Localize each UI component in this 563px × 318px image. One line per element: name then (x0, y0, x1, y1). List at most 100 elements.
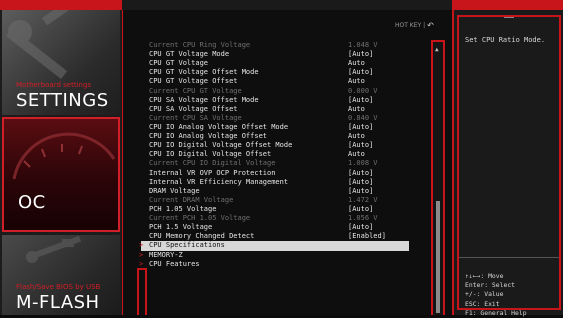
setting-row[interactable]: PCH 1.5 Voltage [Auto] (141, 223, 409, 232)
hotkey-label: HOT KEY (395, 22, 422, 29)
setting-value[interactable]: 1.472 V (348, 196, 378, 205)
setting-label: CPU IO Analog Voltage Offset Mode (149, 122, 289, 131)
setting-value[interactable]: Auto (348, 59, 365, 68)
setting-label: Internal VR OVP OCP Protection (149, 168, 276, 177)
setting-label: CPU Features (149, 259, 200, 268)
key-hint: +/-: Value (465, 290, 504, 299)
setting-row[interactable]: CPU IO Digital Voltage Offset Mode [Auto] (141, 141, 409, 150)
mflash-title: M-FLASH (16, 292, 100, 313)
main-panel: HOT KEY | ↶ Current CPU Ring Voltage 1.04… (122, 10, 453, 315)
nav-mflash-tile[interactable]: Flash/Save BIOS by USB M-FLASH (2, 235, 120, 315)
setting-row[interactable]: Current CPU SA Voltage 0.840 V (141, 114, 409, 123)
help-box: Set CPU Ratio Mode. ↑↓←→: Move Enter: Sel… (457, 15, 561, 317)
setting-row[interactable]: PCH 1.05 Voltage [Auto] (141, 205, 409, 214)
top-bar (0, 0, 563, 10)
setting-label: CPU IO Analog Voltage Offset (149, 132, 268, 141)
setting-value[interactable]: 1.056 V (348, 214, 378, 223)
help-description: Set CPU Ratio Mode. (465, 36, 546, 44)
key-legend: ↑↓←→: Move Enter: Select +/-: Value ESC: Ex… (465, 272, 527, 318)
setting-label: MEMORY-Z (149, 250, 183, 259)
setting-row[interactable]: Current CPU IO Digital Voltage 1.008 V (141, 159, 409, 168)
help-grip[interactable] (459, 17, 559, 27)
setting-row[interactable]: CPU IO Analog Voltage Offset Mode [Auto] (141, 123, 409, 132)
setting-label: Current CPU GT Voltage (149, 86, 242, 95)
setting-row[interactable]: CPU GT Voltage Offset Mode [Auto] (141, 68, 409, 77)
setting-row[interactable]: CPU IO Analog Voltage Offset Auto (141, 132, 409, 141)
setting-label: CPU SA Voltage Offset (149, 104, 238, 113)
mflash-subtitle: Flash/Save BIOS by USB (16, 283, 101, 291)
setting-value[interactable]: 1.008 V (348, 159, 378, 168)
setting-value[interactable]: [Auto] (348, 123, 373, 132)
setting-label: CPU Specifications (149, 241, 225, 250)
setting-value[interactable]: 0.840 V (348, 114, 378, 123)
setting-label: Current CPU SA Voltage (149, 113, 242, 122)
setting-row[interactable]: Internal VR OVP OCP Protection [Auto] (141, 169, 409, 178)
key-hint: ESC: Exit (465, 299, 500, 308)
setting-row[interactable]: CPU IO Digital Voltage Offset Auto (141, 150, 409, 159)
setting-label: Current CPU Ring Voltage (149, 41, 251, 49)
setting-row[interactable]: CPU GT Voltage Mode [Auto] (141, 50, 409, 59)
setting-value[interactable]: Auto (348, 150, 365, 159)
setting-value[interactable]: [Auto] (348, 141, 373, 150)
nav-oc-tile[interactable]: OC (2, 117, 120, 232)
submenu-item[interactable]: > CPU Features (139, 259, 409, 269)
setting-row[interactable]: CPU SA Voltage Offset Mode [Auto] (141, 96, 409, 105)
setting-row[interactable]: CPU Memory Changed Detect [Enabled] (141, 232, 409, 241)
setting-row[interactable]: CPU GT Voltage Auto (141, 59, 409, 68)
setting-row[interactable]: Current PCH 1.05 Voltage 1.056 V (141, 214, 409, 223)
oc-title: OC (18, 192, 46, 213)
scroll-up-icon[interactable]: ▲ (435, 46, 439, 53)
setting-label: CPU GT Voltage Offset Mode (149, 68, 259, 77)
setting-value[interactable]: [Auto] (348, 50, 373, 59)
setting-label: Current CPU IO Digital Voltage (149, 159, 276, 168)
speedometer-icon (12, 132, 116, 180)
settings-list: Current CPU Ring Voltage 1.048 V CPU GT Vo… (139, 41, 409, 269)
scrollbar[interactable]: ▲ (431, 40, 445, 315)
setting-label: DRAM Voltage (149, 186, 200, 195)
submenu-arrow-icon: > (139, 250, 144, 259)
setting-label: Current DRAM Voltage (149, 195, 234, 204)
setting-value[interactable]: Auto (348, 77, 365, 86)
setting-label: CPU GT Voltage Offset (149, 77, 238, 86)
setting-label: CPU GT Voltage (149, 59, 209, 68)
setting-label: Current PCH 1.05 Voltage (149, 214, 251, 223)
setting-row[interactable]: Current CPU GT Voltage 0.000 V (141, 87, 409, 96)
back-icon[interactable]: ↶ (427, 21, 434, 30)
scroll-thumb[interactable] (436, 201, 440, 313)
setting-value[interactable]: [Auto] (348, 187, 373, 196)
setting-label: PCH 1.05 Voltage (149, 204, 217, 213)
setting-row[interactable]: Current DRAM Voltage 1.472 V (141, 196, 409, 205)
setting-label: PCH 1.5 Voltage (149, 223, 213, 232)
setting-value[interactable]: 0.000 V (348, 87, 378, 96)
nav-settings-tile[interactable]: Motherboard settings SETTINGS (2, 10, 120, 115)
setting-value[interactable]: 1.048 V (348, 41, 378, 50)
setting-row[interactable]: Current CPU Ring Voltage 1.048 V (141, 41, 409, 50)
setting-row[interactable]: CPU SA Voltage Offset Auto (141, 105, 409, 114)
setting-label: CPU SA Voltage Offset Mode (149, 95, 259, 104)
setting-value[interactable]: [Auto] (348, 223, 373, 232)
setting-row[interactable]: Internal VR Efficiency Management [Auto] (141, 178, 409, 187)
left-nav: Motherboard settings SETTINGS OC Flash/S… (0, 10, 122, 315)
setting-label: CPU GT Voltage Mode (149, 50, 230, 59)
setting-value[interactable]: [Auto] (348, 169, 373, 178)
setting-value[interactable]: [Enabled] (348, 232, 386, 241)
setting-value[interactable]: [Auto] (348, 205, 373, 214)
setting-value[interactable]: Auto (348, 105, 365, 114)
setting-value[interactable]: [Auto] (348, 96, 373, 105)
setting-label: CPU IO Digital Voltage Offset (149, 150, 272, 159)
key-hint: ↑↓←→: Move (465, 272, 504, 280)
submenu-item[interactable]: > MEMORY-Z (139, 250, 409, 260)
key-hint: Enter: Select (465, 281, 516, 290)
setting-row[interactable]: CPU GT Voltage Offset Auto (141, 77, 409, 86)
setting-row[interactable]: DRAM Voltage [Auto] (141, 187, 409, 196)
setting-value[interactable]: [Auto] (348, 178, 373, 187)
setting-label: CPU IO Digital Voltage Offset Mode (149, 141, 293, 150)
setting-value[interactable]: [Auto] (348, 68, 373, 77)
setting-label: Internal VR Efficiency Management (149, 177, 289, 186)
hotkey-separator: | (423, 22, 426, 29)
hotkey-bar[interactable]: HOT KEY | ↶ (395, 20, 434, 30)
setting-value[interactable]: Auto (348, 132, 365, 141)
submenu-item[interactable]: > CPU Specifications (139, 241, 409, 251)
setting-label: CPU Memory Changed Detect (149, 232, 255, 241)
help-divider[interactable] (459, 257, 559, 264)
